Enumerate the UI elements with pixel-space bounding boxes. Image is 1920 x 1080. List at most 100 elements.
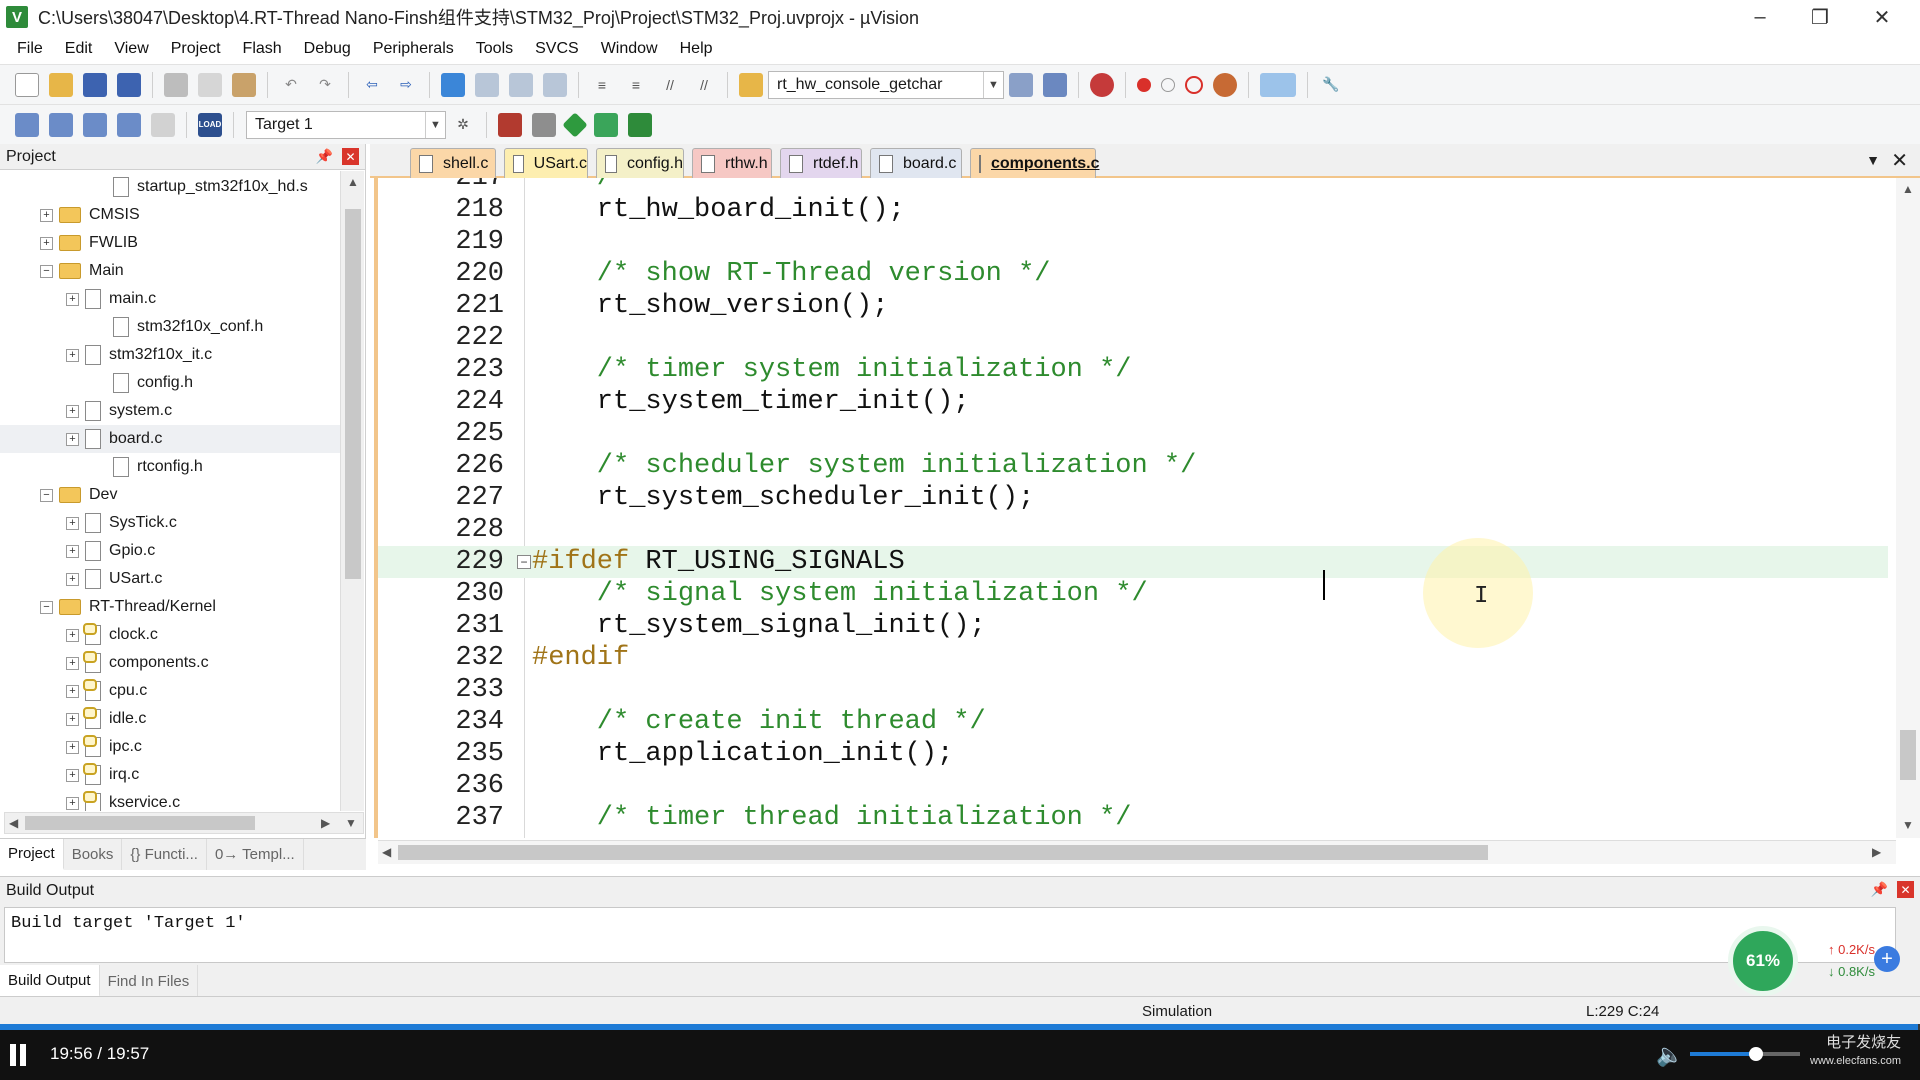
expand-toggle-icon[interactable]: + (66, 348, 79, 362)
expand-toggle-icon[interactable]: + (66, 768, 79, 782)
expand-toggle-icon[interactable]: + (66, 656, 79, 670)
save-icon[interactable] (83, 72, 107, 97)
tab-project[interactable]: Project (0, 839, 64, 870)
target-combo[interactable]: Target 1 ▼ (246, 110, 446, 139)
open-file-icon[interactable] (49, 72, 73, 97)
code-line[interactable]: 236 (378, 770, 1888, 802)
tab-books[interactable]: Books (64, 839, 123, 870)
editor-vertical-scrollbar[interactable]: ▲ ▼ (1896, 178, 1920, 838)
editor-tab[interactable]: components.c (970, 148, 1099, 178)
disable-breakpoint-icon[interactable] (1161, 77, 1175, 92)
editor-vscroll-thumb[interactable] (1900, 730, 1916, 780)
navigate-forward-icon[interactable]: ⇨ (394, 73, 418, 97)
scroll-up-icon[interactable]: ▲ (347, 175, 359, 189)
build-output-text[interactable]: Build target 'Target 1' (4, 907, 1896, 963)
code-line[interactable]: 223 /* timer system initialization */ (378, 354, 1888, 386)
tree-item[interactable]: + idle.c (0, 705, 340, 733)
menu-help[interactable]: Help (669, 40, 724, 58)
expand-toggle-icon[interactable]: + (66, 292, 79, 306)
minimize-button[interactable]: – (1730, 0, 1790, 34)
window-layout-icon[interactable] (1260, 72, 1296, 97)
code-line[interactable]: 222 (378, 322, 1888, 354)
chevron-down-icon[interactable]: ▼ (425, 111, 445, 138)
tree-item[interactable]: + irq.c (0, 761, 340, 789)
incremental-find-icon[interactable] (1043, 72, 1067, 97)
download-icon[interactable]: LOAD (198, 112, 222, 137)
expand-toggle-icon[interactable]: + (66, 432, 79, 446)
tree-item[interactable]: − Dev (0, 481, 340, 509)
tree-item[interactable]: + stm32f10x_it.c (0, 341, 340, 369)
tree-item[interactable]: + USart.c (0, 565, 340, 593)
code-line[interactable]: 228 (378, 514, 1888, 546)
uncomment-icon[interactable]: // (692, 73, 716, 97)
scroll-down-icon[interactable]: ▼ (345, 816, 357, 830)
code-line[interactable]: 227 rt_system_scheduler_init(); (378, 482, 1888, 514)
code-line[interactable]: 232 #endif (378, 642, 1888, 674)
menu-file[interactable]: File (6, 40, 54, 58)
tree-item[interactable]: stm32f10x_conf.h (0, 313, 340, 341)
find-in-files-icon[interactable] (739, 72, 763, 97)
unindent-icon[interactable]: ≡ (624, 73, 648, 97)
editor-tab[interactable]: rthw.h (692, 148, 772, 178)
tree-item[interactable]: + system.c (0, 397, 340, 425)
expand-toggle-icon[interactable]: + (66, 516, 79, 530)
tree-item[interactable]: + CMSIS (0, 201, 340, 229)
find-icon[interactable] (1009, 72, 1033, 97)
expand-toggle-icon[interactable]: + (66, 544, 79, 558)
tree-item[interactable]: + Gpio.c (0, 537, 340, 565)
code-editor[interactable]: 217 */218 rt_hw_board_init(); 219 220 /* s… (374, 178, 1896, 838)
code-line[interactable]: 224 rt_system_timer_init(); (378, 386, 1888, 418)
code-line[interactable]: 234 /* create init thread */ (378, 706, 1888, 738)
redo-icon[interactable]: ↷ (313, 73, 337, 97)
batch-build-icon[interactable] (117, 112, 141, 137)
clear-bookmarks-icon[interactable] (543, 72, 567, 97)
expand-toggle-icon[interactable]: − (40, 488, 53, 502)
tree-item[interactable]: − Main (0, 257, 340, 285)
kill-all-breakpoints-icon[interactable] (1213, 72, 1237, 97)
expand-toggle-icon[interactable]: + (66, 684, 79, 698)
pin-icon[interactable]: 📌 (316, 148, 333, 165)
expand-toggle-icon[interactable]: − (40, 600, 53, 614)
expand-toggle-icon[interactable]: − (40, 264, 53, 278)
pin-icon[interactable]: 📌 (1871, 881, 1888, 898)
code-line[interactable]: 221 rt_show_version(); (378, 290, 1888, 322)
chevron-down-icon[interactable]: ▼ (983, 71, 1003, 98)
tree-item[interactable]: + SysTick.c (0, 509, 340, 537)
new-file-icon[interactable] (15, 72, 39, 97)
scroll-left-icon[interactable]: ◀ (382, 845, 391, 859)
bookmark-icon[interactable] (441, 72, 465, 97)
menu-project[interactable]: Project (160, 40, 232, 58)
editor-tab[interactable]: USart.c (504, 148, 588, 178)
rebuild-icon[interactable] (83, 112, 107, 137)
expand-toggle-icon[interactable]: + (66, 404, 79, 418)
editor-horizontal-scrollbar[interactable]: ◀ ▶ (378, 840, 1896, 864)
tree-item[interactable]: + kservice.c (0, 789, 340, 811)
code-line[interactable]: 235 rt_application_init(); (378, 738, 1888, 770)
target-options-icon[interactable]: ✲ (451, 113, 475, 137)
tabs-dropdown-icon[interactable]: ▼ (1866, 152, 1880, 168)
code-line[interactable]: 219 (378, 226, 1888, 258)
next-bookmark-icon[interactable] (509, 72, 533, 97)
stop-build-icon[interactable] (151, 112, 175, 137)
configure-icon[interactable]: 🔧 (1319, 73, 1343, 97)
editor-hscroll-thumb[interactable] (398, 845, 1488, 860)
close-icon[interactable]: ✕ (1897, 881, 1914, 898)
disable-all-breakpoints-icon[interactable] (1185, 75, 1203, 94)
expand-toggle-icon[interactable]: + (66, 628, 79, 642)
menu-tools[interactable]: Tools (465, 40, 524, 58)
fold-toggle-icon[interactable]: − (517, 555, 531, 569)
tree-item[interactable]: + board.c (0, 425, 340, 453)
menu-svcs[interactable]: SVCS (524, 40, 590, 58)
tree-item[interactable]: + ipc.c (0, 733, 340, 761)
menu-edit[interactable]: Edit (54, 40, 104, 58)
expand-toggle-icon[interactable]: + (40, 208, 53, 222)
tree-item[interactable]: config.h (0, 369, 340, 397)
comment-icon[interactable]: // (658, 73, 682, 97)
close-editor-icon[interactable]: ✕ (1891, 148, 1908, 173)
volume-icon[interactable]: 🔈 (1656, 1042, 1683, 1068)
tree-item[interactable]: + main.c (0, 285, 340, 313)
menu-window[interactable]: Window (590, 40, 669, 58)
restore-button[interactable]: ❐ (1790, 0, 1850, 34)
memory-usage-badge[interactable]: 61% (1728, 926, 1798, 996)
prev-bookmark-icon[interactable] (475, 72, 499, 97)
